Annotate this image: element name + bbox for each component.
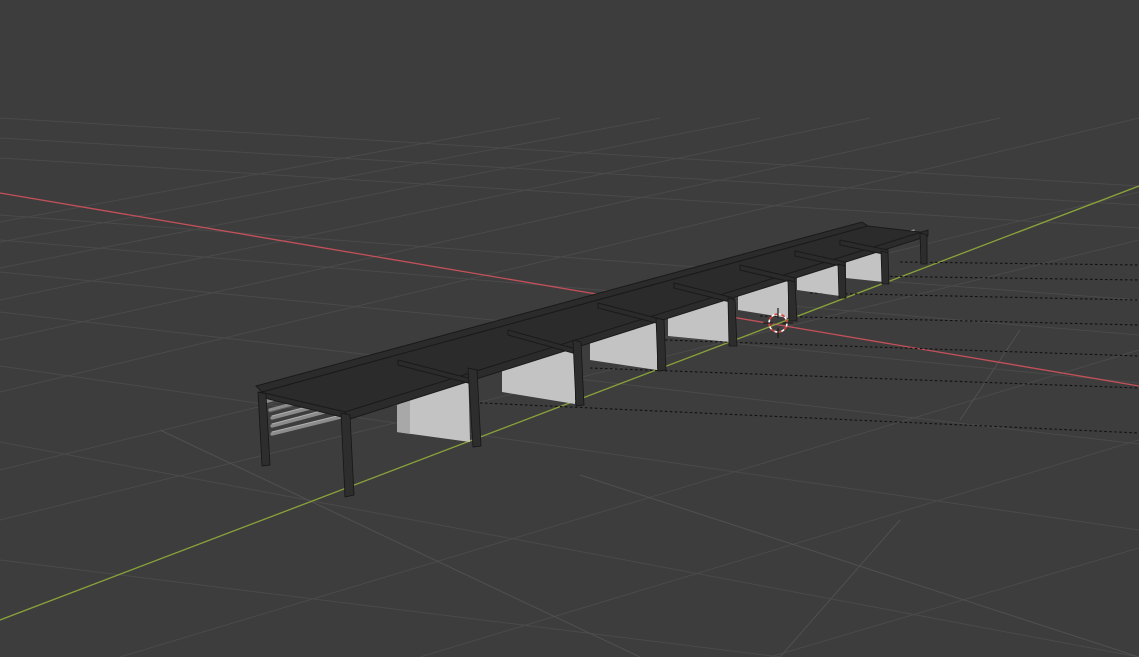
leg-post[interactable] xyxy=(467,367,482,448)
relationship-line xyxy=(759,315,1139,326)
grid-line xyxy=(0,117,1139,187)
relationship-line xyxy=(459,401,1139,434)
conveyor-model[interactable] xyxy=(255,221,929,498)
leg-post[interactable] xyxy=(837,263,847,299)
front-rail-edge xyxy=(344,229,929,420)
viewport-canvas[interactable] xyxy=(0,0,1139,657)
grid-line xyxy=(0,559,781,657)
grid-line xyxy=(959,329,1021,421)
leg-post[interactable] xyxy=(340,412,355,498)
relationship-line xyxy=(859,275,1139,281)
leg-post[interactable] xyxy=(919,232,928,265)
relationship-line xyxy=(589,367,1139,389)
grid-line xyxy=(769,547,1139,657)
grid-line xyxy=(0,117,661,243)
leg-post[interactable] xyxy=(787,279,798,322)
leg-post[interactable] xyxy=(655,317,667,372)
grid-line xyxy=(0,117,561,223)
grid-line xyxy=(0,441,1139,657)
grid-line xyxy=(0,157,1139,229)
leg-post[interactable] xyxy=(880,250,890,285)
leg-post[interactable] xyxy=(727,297,738,347)
grid-line xyxy=(419,439,1139,657)
grid-line xyxy=(0,137,1139,206)
leg-post[interactable] xyxy=(257,391,271,467)
3d-viewport[interactable] xyxy=(0,0,1139,657)
